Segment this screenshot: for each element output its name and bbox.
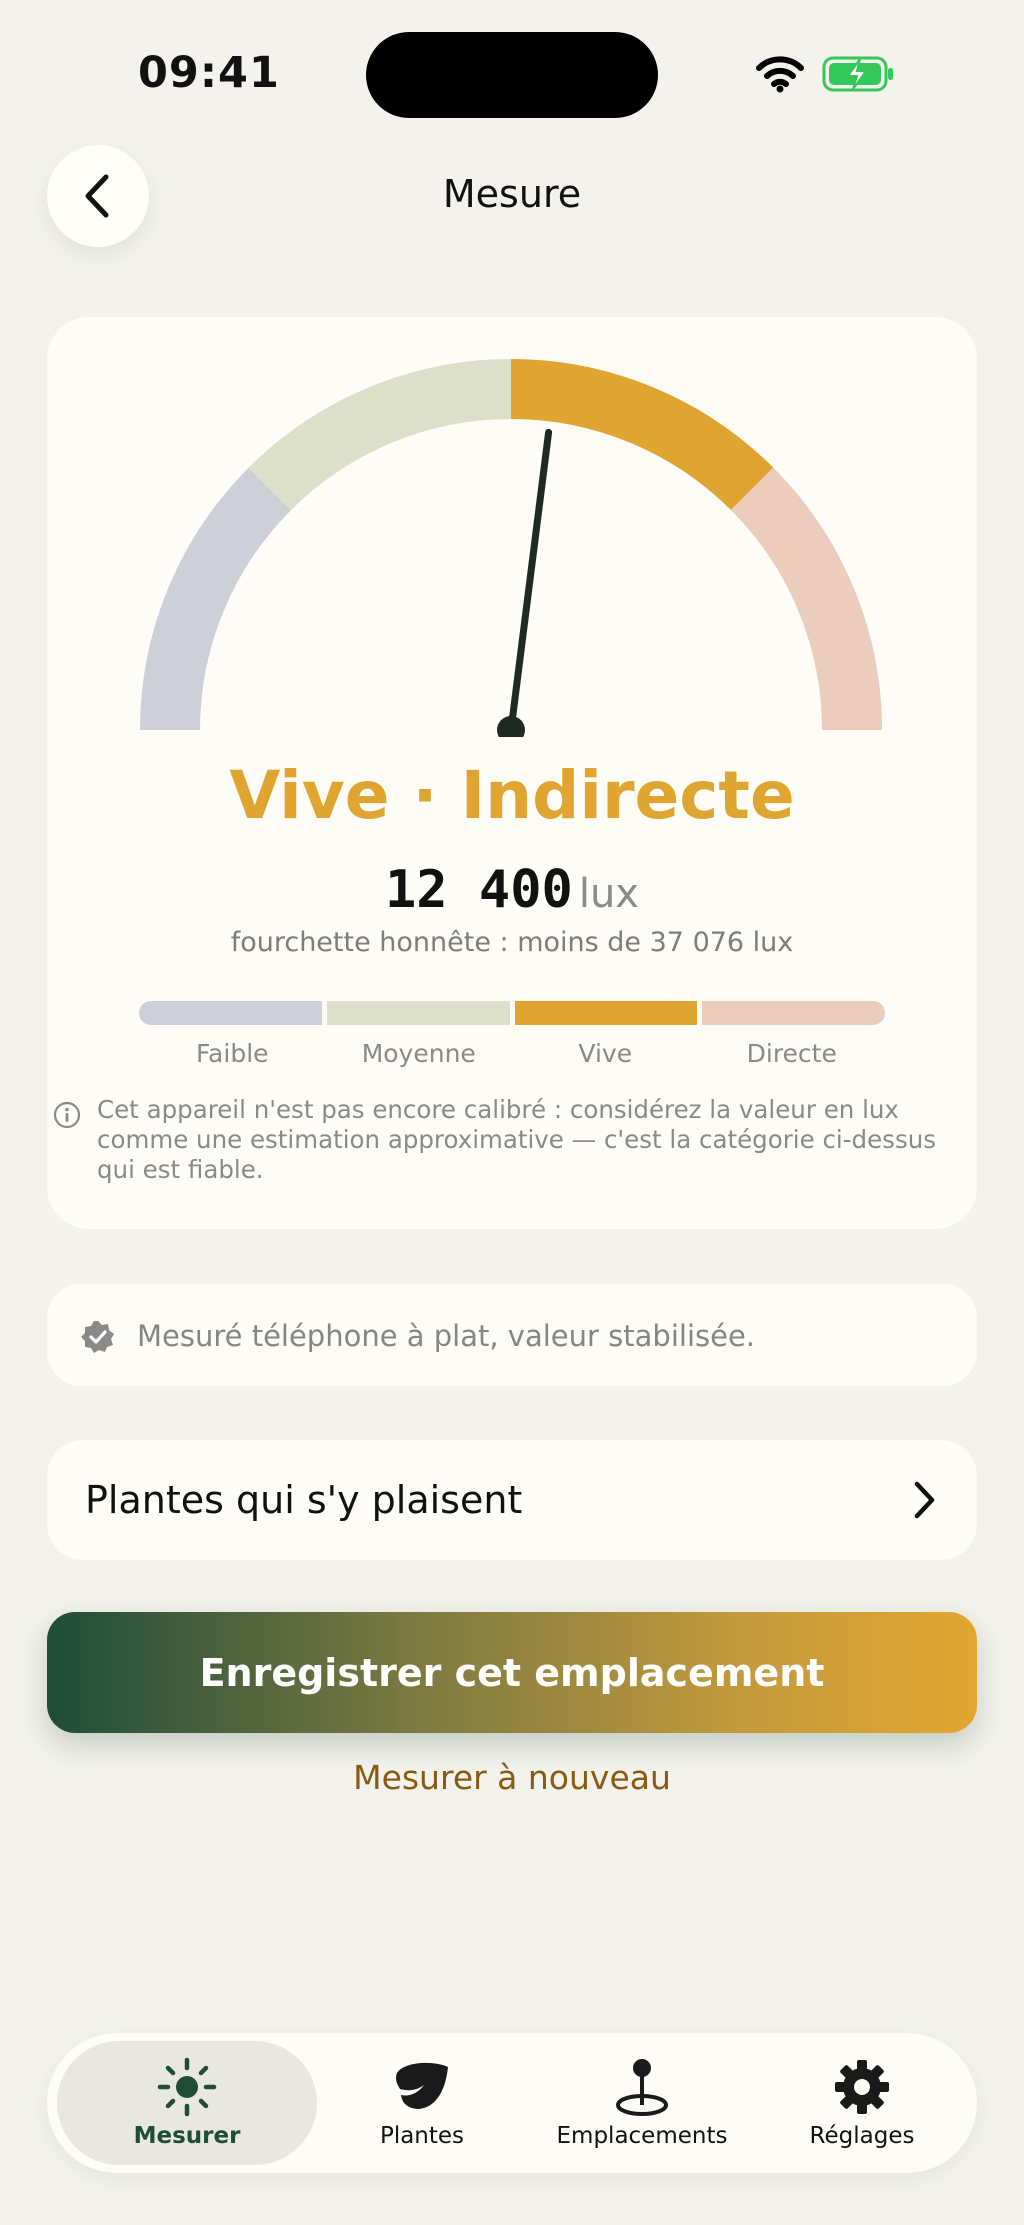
lux-reading: 12 400 lux <box>47 860 977 920</box>
scale-segment-vive <box>514 1001 698 1025</box>
sun-icon <box>157 2057 217 2117</box>
scale-label-vive: Vive <box>578 1039 633 1068</box>
status-time: 09:41 <box>138 48 280 98</box>
tab-reglages[interactable]: Réglages <box>757 2041 967 2165</box>
light-gauge <box>140 359 882 737</box>
measurement-status-card: Mesuré téléphone à plat, valeur stabilis… <box>47 1284 977 1386</box>
gauge-segment-moyenne <box>248 359 512 511</box>
dynamic-island <box>366 32 658 118</box>
bottom-tab-bar: Mesurer Plantes Emplacements Réglages <box>47 2033 977 2173</box>
gauge-needle-hub <box>497 716 525 737</box>
gauge-needle <box>507 428 553 734</box>
scale-segment-moyenne <box>326 1001 510 1025</box>
save-location-label: Enregistrer cet emplacement <box>199 1650 825 1695</box>
gauge-segment-faible <box>140 467 292 731</box>
scale-segment-directe <box>702 1001 885 1025</box>
measurement-card: Vive · Indirecte 12 400 lux fourchette ho… <box>47 317 977 1229</box>
scale-segment-faible <box>139 1001 322 1025</box>
location-pin-icon <box>616 2059 668 2116</box>
lux-unit: lux <box>578 871 639 917</box>
lux-value: 12 400 <box>385 860 573 920</box>
gear-icon <box>835 2060 889 2114</box>
tab-plantes[interactable]: Plantes <box>322 2041 522 2165</box>
battery-charging-icon <box>822 56 893 92</box>
calibration-note: Cet appareil n'est pas encore calibré : … <box>97 1095 937 1184</box>
tab-label-mesurer: Mesurer <box>133 2123 241 2149</box>
tab-label-plantes: Plantes <box>379 2123 465 2149</box>
remeasure-link[interactable]: Mesurer à nouveau <box>0 1758 1024 1797</box>
scale-label-directe: Directe <box>746 1039 837 1068</box>
wifi-icon <box>756 56 804 93</box>
tab-label-emplacements: Emplacements <box>556 2123 728 2149</box>
scale-label-moyenne: Moyenne <box>361 1039 476 1068</box>
verified-badge-icon <box>81 1321 114 1353</box>
leaf-icon <box>396 2062 448 2109</box>
light-category: Vive · Indirecte <box>229 757 795 834</box>
gauge-segment-directe <box>730 467 882 731</box>
scale-label-faible: Faible <box>195 1039 269 1068</box>
info-icon <box>53 1101 81 1129</box>
light-scale-bar <box>139 1001 885 1025</box>
measurement-status-text: Mesuré téléphone à plat, valeur stabilis… <box>137 1319 756 1353</box>
scale-labels: Faible Moyenne Vive Directe <box>139 1039 885 1068</box>
save-location-button[interactable]: Enregistrer cet emplacement <box>47 1612 977 1733</box>
chevron-right-icon <box>914 1481 935 1519</box>
tab-emplacements[interactable]: Emplacements <box>527 2041 757 2165</box>
tab-mesurer[interactable]: Mesurer <box>57 2041 317 2165</box>
tab-label-reglages: Réglages <box>809 2123 915 2149</box>
suitable-plants-label: Plantes qui s'y plaisent <box>85 1478 523 1522</box>
suitable-plants-link[interactable]: Plantes qui s'y plaisent <box>47 1440 977 1560</box>
range-note: fourchette honnête : moins de 37 076 lux <box>230 927 794 958</box>
page-title: Mesure <box>442 172 582 216</box>
